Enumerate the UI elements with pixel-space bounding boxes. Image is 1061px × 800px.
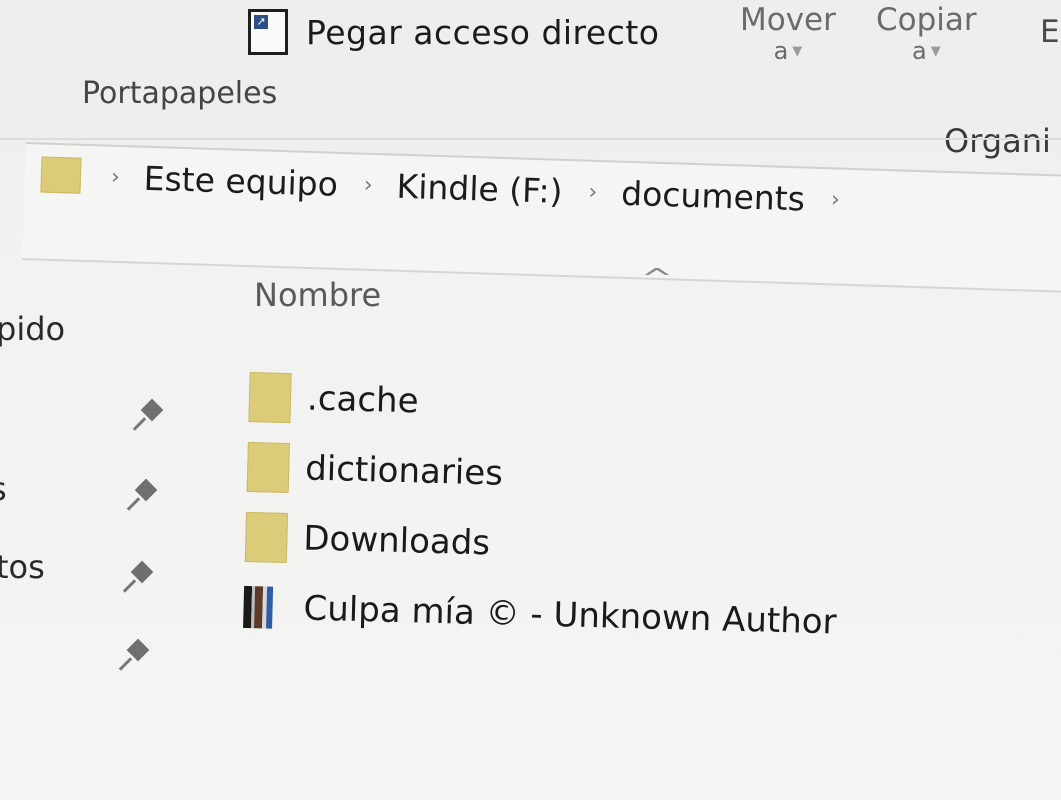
breadcrumb-kindle[interactable]: Kindle (F:) xyxy=(396,166,563,210)
nav-item-partial[interactable]: s xyxy=(0,470,7,508)
ribbon-divider xyxy=(0,138,1061,140)
chevron-right-icon[interactable]: › xyxy=(588,179,598,204)
clipboard-group-label: Portapapeles xyxy=(82,76,278,111)
paste-shortcut-icon: ↗ xyxy=(248,9,288,55)
folder-icon xyxy=(40,156,82,194)
copy-to-label: Copiar xyxy=(876,2,977,38)
book-icon xyxy=(243,585,288,629)
column-header-name[interactable]: Nombre xyxy=(254,276,381,314)
pin-icon[interactable] xyxy=(118,638,152,672)
address-bar[interactable]: › Este equipo › Kindle (F:) › documents … xyxy=(22,142,1061,293)
folder-icon xyxy=(246,441,290,494)
folder-icon xyxy=(244,511,289,564)
folder-icon xyxy=(248,371,292,424)
breadcrumb-documents[interactable]: documents xyxy=(621,173,806,218)
nav-item-documents[interactable]: tos xyxy=(0,548,45,586)
move-to-sub-label: a xyxy=(773,37,789,65)
copy-to-button[interactable]: Copiar a ▼ xyxy=(876,2,977,65)
file-name: Culpa mía © - Unknown Author xyxy=(303,588,838,643)
chevron-right-icon[interactable]: › xyxy=(831,187,841,212)
pin-icon[interactable] xyxy=(122,560,156,594)
file-list: .cache dictionaries Downloads Culpa mía … xyxy=(243,362,950,660)
chevron-down-icon: ▼ xyxy=(930,44,941,59)
file-name: .cache xyxy=(306,378,420,422)
chevron-right-icon[interactable]: › xyxy=(111,164,121,189)
chevron-right-icon[interactable]: › xyxy=(363,172,373,197)
file-name: dictionaries xyxy=(304,448,504,494)
paste-shortcut-label: Pegar acceso directo xyxy=(306,12,660,52)
breadcrumb-this-pc[interactable]: Este equipo xyxy=(143,158,338,203)
organize-group-label: Organi xyxy=(944,122,1051,160)
chevron-down-icon: ▼ xyxy=(792,44,803,59)
ribbon-partial-button[interactable]: E xyxy=(1040,14,1060,50)
file-name: Downloads xyxy=(302,518,491,564)
pin-icon[interactable] xyxy=(132,398,166,432)
paste-shortcut-button[interactable]: ↗ Pegar acceso directo xyxy=(248,6,659,58)
copy-to-sub-label: a xyxy=(911,37,927,65)
move-to-button[interactable]: Mover a ▼ xyxy=(740,2,836,65)
pin-icon[interactable] xyxy=(126,478,160,512)
ribbon: ↗ Pegar acceso directo Portapapeles Move… xyxy=(0,0,1061,160)
sort-ascending-icon: ^ xyxy=(640,264,674,294)
nav-item-quick-access[interactable]: pido xyxy=(0,310,65,348)
file-explorer-window: ↗ Pegar acceso directo Portapapeles Move… xyxy=(0,0,1061,800)
breadcrumb: › Este equipo › Kindle (F:) › documents … xyxy=(40,152,864,222)
move-to-label: Mover xyxy=(740,2,836,38)
